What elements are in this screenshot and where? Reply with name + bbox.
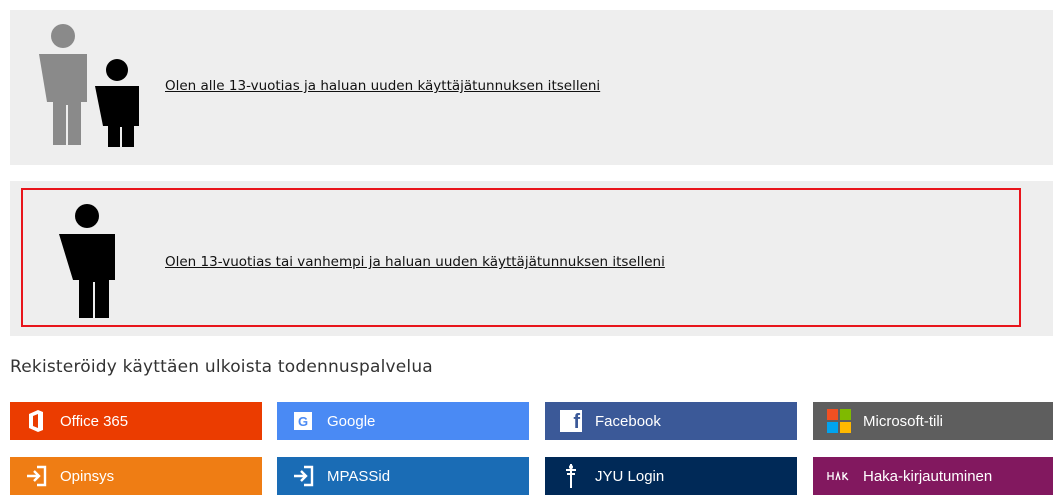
jyu-login-button[interactable]: JYU Login — [545, 457, 797, 495]
opinsys-button[interactable]: Opinsys — [10, 457, 262, 495]
facebook-icon: f — [559, 409, 583, 433]
office365-button[interactable]: Office 365 — [10, 402, 262, 440]
option-link-under-13[interactable]: Olen alle 13-vuotias ja haluan uuden käy… — [165, 78, 600, 94]
haka-label: Haka-kirjautuminen — [863, 467, 993, 485]
google-button[interactable]: G Google — [277, 402, 529, 440]
jyu-login-label: JYU Login — [595, 467, 665, 485]
microsoft-account-button[interactable]: Microsoft-tili — [813, 402, 1053, 440]
adult-and-child-icon — [35, 24, 145, 153]
microsoft-icon — [827, 409, 851, 433]
microsoft-account-label: Microsoft-tili — [863, 412, 944, 430]
login-arrow-icon — [24, 464, 48, 488]
google-label: Google — [327, 412, 376, 430]
office-icon — [24, 409, 48, 433]
facebook-button[interactable]: f Facebook — [545, 402, 797, 440]
mpassid-label: MPASSid — [327, 467, 391, 485]
google-icon: G — [291, 409, 315, 433]
option-link-13-or-older[interactable]: Olen 13-vuotias tai vanhempi ja haluan u… — [165, 254, 665, 270]
facebook-label: Facebook — [595, 412, 661, 430]
haka-icon — [827, 464, 851, 488]
jyu-icon — [559, 464, 583, 488]
person-icon — [55, 204, 120, 323]
mpassid-button[interactable]: MPASSid — [277, 457, 529, 495]
opinsys-label: Opinsys — [60, 467, 115, 485]
login-arrow-icon — [291, 464, 315, 488]
haka-button[interactable]: Haka-kirjautuminen — [813, 457, 1053, 495]
office365-label: Office 365 — [60, 412, 129, 430]
external-auth-heading: Rekisteröidy käyttäen ulkoista todennusp… — [10, 357, 433, 377]
